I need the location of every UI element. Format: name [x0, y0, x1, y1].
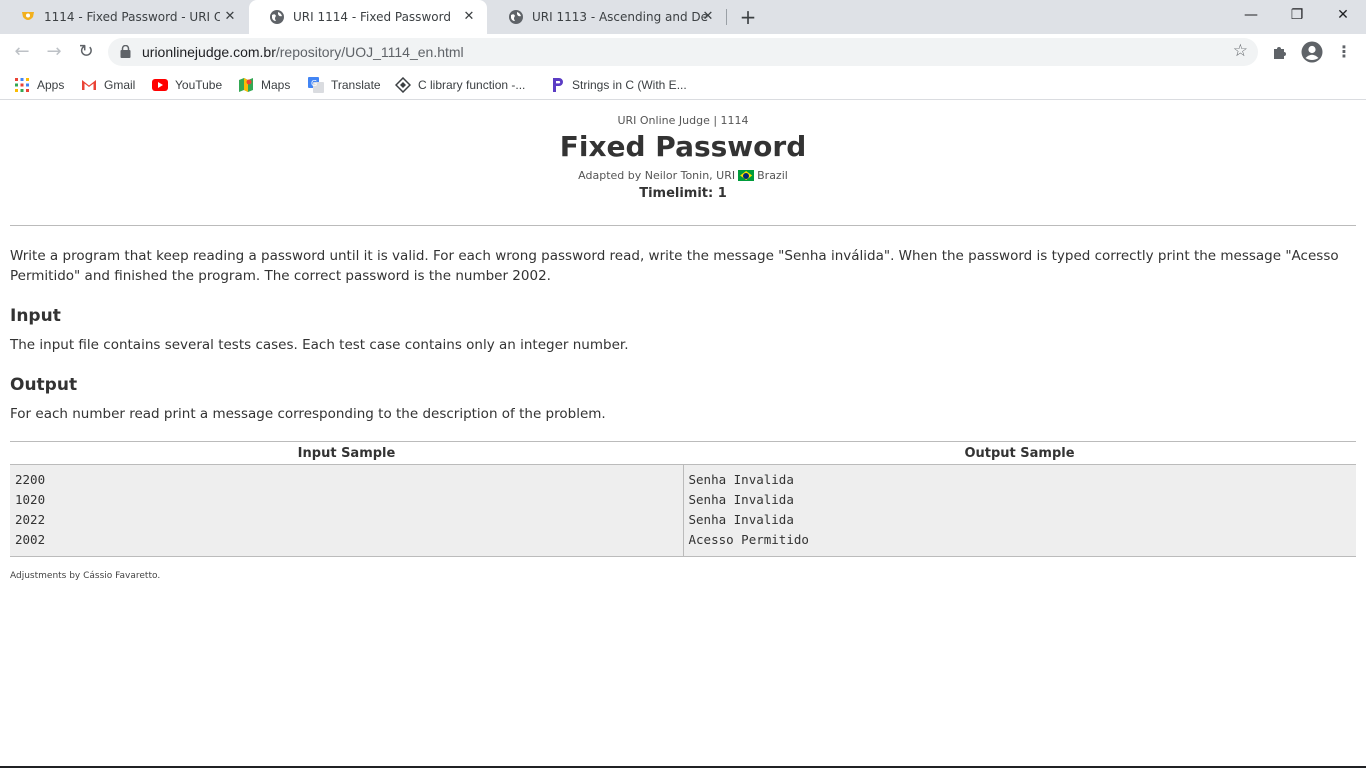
browser-toolbar: ← → ↻ urionlinejudge.com.br/repository/U…	[0, 34, 1366, 70]
tab-close-icon[interactable]: ✕	[700, 9, 716, 25]
bookmark-maps[interactable]: Maps	[238, 75, 290, 95]
problem-description: Write a program that keep reading a pass…	[10, 248, 1339, 284]
output-sample-header: Output Sample	[964, 446, 1075, 461]
tab-close-icon[interactable]: ✕	[222, 9, 238, 25]
country-text: Brazil	[757, 169, 788, 182]
svg-text:G: G	[311, 79, 317, 88]
tab-uri-1114-fixed-password[interactable]: URI 1114 - Fixed Password ✕	[249, 0, 487, 34]
bookmark-label: Strings in C (With E...	[572, 78, 687, 92]
output-sample-line: Senha Invalida	[688, 492, 794, 507]
samples-body-row: 2200 1020 2022 2002 Senha Invalida Senha…	[10, 465, 1356, 556]
youtube-icon	[152, 77, 168, 93]
tab-uri-1113[interactable]: URI 1113 - Ascending and Desce ✕	[488, 0, 726, 34]
tab-uri-1114-online[interactable]: 1114 - Fixed Password - URI Onli ✕	[0, 0, 248, 34]
tab-strip: 1114 - Fixed Password - URI Onli ✕ URI 1…	[0, 0, 1366, 34]
bookmark-c-library[interactable]: C library function -...	[395, 75, 525, 95]
breadcrumb: URI Online Judge | 1114	[617, 114, 749, 127]
uri-favicon	[20, 9, 36, 25]
globe-icon	[508, 9, 524, 25]
page-content: URI Online Judge | 1114 Fixed Password A…	[0, 101, 1366, 766]
input-sample-header: Input Sample	[297, 446, 396, 461]
problem-header: URI Online Judge | 1114 Fixed Password A…	[0, 101, 1366, 201]
bookmarks-bar: Apps Gmail YouTube Maps G Translate C li…	[0, 70, 1366, 100]
input-sample-line: 2200	[15, 472, 46, 487]
output-sample-line: Senha Invalida	[688, 472, 794, 487]
programiz-icon	[549, 77, 565, 93]
input-sample-line: 1020	[15, 492, 46, 507]
bookmark-youtube[interactable]: YouTube	[152, 75, 222, 95]
forward-button[interactable]: →	[42, 40, 66, 64]
bookmark-label: Maps	[261, 78, 291, 92]
problem-body: Write a program that keep reading a pass…	[10, 246, 1356, 424]
globe-icon	[269, 9, 285, 25]
extensions-puzzle-icon[interactable]	[1270, 42, 1290, 62]
tab-title: URI 1113 - Ascending and Desce	[532, 10, 708, 24]
bookmark-label: C library function -...	[418, 78, 526, 92]
output-heading: Output	[10, 375, 78, 395]
minimize-button[interactable]: —	[1228, 0, 1274, 30]
brazil-flag-icon	[738, 170, 755, 181]
input-description: The input file contains several tests ca…	[10, 337, 629, 353]
restore-button[interactable]: ❐	[1274, 0, 1320, 30]
back-button[interactable]: ←	[10, 40, 34, 64]
timelimit: Timelimit: 1	[639, 186, 727, 201]
url-path: /repository/UOJ_1114_en.html	[275, 44, 464, 60]
bookmark-apps[interactable]: Apps	[14, 75, 64, 95]
maps-icon	[238, 77, 254, 93]
translate-icon: G	[308, 77, 324, 93]
bookmark-gmail[interactable]: Gmail	[81, 75, 135, 95]
output-sample-cell[interactable]: Senha Invalida Senha Invalida Senha Inva…	[682, 465, 1357, 556]
url-host: urionlinejudge.com.br	[142, 44, 276, 60]
profile-avatar-icon[interactable]	[1301, 41, 1323, 63]
diamond-icon	[395, 77, 411, 93]
samples-header-row: Input Sample Output Sample	[10, 442, 1356, 465]
input-heading: Input	[10, 306, 61, 326]
samples-table: Input Sample Output Sample 2200 1020 202…	[10, 441, 1356, 557]
bookmark-star-icon[interactable]: ☆	[1233, 41, 1248, 61]
url-text[interactable]: urionlinejudge.com.br/repository/UOJ_111…	[142, 44, 464, 60]
address-bar[interactable]: urionlinejudge.com.br/repository/UOJ_111…	[108, 38, 1258, 66]
author-line: Adapted by Neilor Tonin, URI Brazil	[578, 169, 788, 182]
tab-title: URI 1114 - Fixed Password	[293, 10, 451, 24]
bookmark-label: Translate	[331, 78, 381, 92]
tab-title: 1114 - Fixed Password - URI Onli	[44, 10, 220, 24]
new-tab-button[interactable]: +	[736, 5, 760, 29]
gmail-icon	[81, 77, 97, 93]
adjustments-credit: Adjustments by Cássio Favaretto.	[10, 571, 161, 581]
bookmark-label: YouTube	[175, 78, 223, 92]
tab-close-icon[interactable]: ✕	[461, 9, 477, 25]
tab-separator	[726, 9, 727, 25]
apps-grid-icon	[14, 77, 30, 93]
input-sample-cell[interactable]: 2200 1020 2022 2002	[10, 465, 683, 556]
bookmark-label: Gmail	[104, 78, 136, 92]
output-description: For each number read print a message cor…	[10, 406, 606, 422]
bookmark-translate[interactable]: G Translate	[308, 75, 381, 95]
input-sample-line: 2022	[15, 512, 46, 527]
adapted-by-text: Adapted by Neilor Tonin, URI	[578, 169, 736, 182]
bookmark-strings-in-c[interactable]: Strings in C (With E...	[549, 75, 687, 95]
input-sample-line: 2002	[15, 532, 46, 547]
header-divider	[10, 225, 1356, 226]
close-window-button[interactable]: ✕	[1320, 0, 1366, 30]
page-title: Fixed Password	[559, 130, 807, 163]
reload-button[interactable]: ↻	[74, 40, 98, 64]
output-sample-line: Senha Invalida	[688, 512, 794, 527]
browser-menu-kebab-icon[interactable]: ⋮	[1332, 40, 1356, 64]
lock-icon[interactable]	[120, 45, 131, 58]
output-sample-line: Acesso Permitido	[688, 532, 809, 547]
bookmark-label: Apps	[37, 78, 65, 92]
